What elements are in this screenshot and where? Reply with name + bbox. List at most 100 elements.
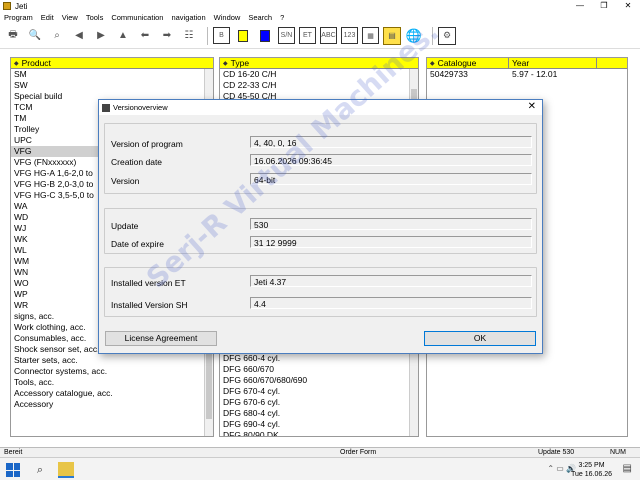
et-icon[interactable]: ET [299,27,316,44]
arrow-right-icon[interactable]: ➡ [158,27,176,45]
title-bar: Jeti — ❐ ✕ [0,0,640,12]
start-icon[interactable] [6,463,20,477]
printer-icon[interactable]: 🖶 [4,27,22,45]
list-item[interactable]: DFG 660/670 [220,364,410,375]
menu-communication[interactable]: Communication [111,13,163,22]
update-value: 530 [250,218,532,230]
list-item[interactable]: SW [11,80,213,91]
minimize-button[interactable]: — [568,0,592,12]
zoom-in-icon[interactable]: 🔍 [26,27,44,45]
sort-icon: ◆ [223,60,228,67]
year-cell: 5.97 - 12.01 [512,69,558,79]
list-item[interactable]: CD 22-33 C/H [220,80,418,91]
blue-square-icon[interactable] [256,27,274,45]
zoom-out-icon[interactable]: ⌕ [48,27,66,45]
up-icon[interactable]: ▲ [114,27,132,45]
list-item[interactable]: Accessory [11,399,213,410]
date-of-expire-value: 31 12 9999 [250,236,532,248]
menu-navigation[interactable]: navigation [171,13,205,22]
clock-date: Tue 16.06.26 [571,471,612,478]
globe-icon[interactable]: 🌐 [405,27,423,45]
list-item[interactable]: DFG 670-6 cyl. [220,397,410,408]
123-icon[interactable]: 123 [341,27,358,44]
list-item[interactable]: DFG 80/90 DK [220,430,410,436]
sn-icon[interactable]: S/N [278,27,295,44]
list-item[interactable]: Starter sets, acc. [11,355,213,366]
notification-icon[interactable]: ▤ [623,463,632,474]
dialog-close-button[interactable]: ✕ [528,101,536,112]
status-text: Bereit [4,449,23,456]
menu-edit[interactable]: Edit [41,13,54,22]
list-item[interactable]: Accessory catalogue, acc. [11,388,213,399]
menu-tools[interactable]: Tools [86,13,104,22]
update-status: Update 530 [538,449,575,456]
settings-icon[interactable]: ⚙ [438,26,456,45]
list-item[interactable]: DFG 670-4 cyl. [220,386,410,397]
list-item[interactable]: DFG 660/670/680/690 [220,375,410,386]
installed-sh-label: Installed Version SH [111,300,188,310]
sort-icon: ◆ [430,60,435,67]
menu-program[interactable]: Program [4,13,33,22]
catalogue-header: ◆ Catalogue Year [427,58,627,69]
product-header-label: Product [21,58,51,68]
tree-icon[interactable]: ☷ [180,27,198,45]
back-icon[interactable]: ◀ [70,27,88,45]
clock[interactable]: 3:25 PM Tue 16.06.26 [571,461,612,479]
update-label: Update [111,221,139,231]
list-item[interactable]: DFG 660-4 cyl. [220,353,410,364]
installed-sh-value: 4.4 [250,297,532,309]
dialog-app-icon [102,103,110,112]
grid-icon[interactable]: ▦ [362,27,379,44]
date-of-expire-label: Date of expire [111,239,164,249]
list-item[interactable]: SM [11,69,213,80]
menu-view[interactable]: View [62,13,78,22]
menu-help[interactable]: ? [280,13,284,22]
list-item[interactable]: CD 16-20 C/H [220,69,418,80]
num-status: NUM [610,449,626,456]
version-label: Version [111,176,140,186]
version-of-program-label: Version of program [111,139,183,149]
close-button[interactable]: ✕ [616,0,640,12]
version-value: 64-bit [250,173,532,185]
update-info-group: Update 530 Date of expire 31 12 9999 [104,208,537,254]
type-header[interactable]: ◆ Type [220,58,418,69]
catalogue-header-label: Catalogue [437,58,477,68]
search-icon[interactable]: ⌕ [32,462,48,478]
dialog-title-bar: Versionoverview ✕ [99,100,542,115]
status-bar: Bereit Order Form Update 530 NUM [0,447,640,457]
list-item[interactable]: DFG 680-4 cyl. [220,408,410,419]
menu-window[interactable]: Window [214,13,241,22]
order-form-status: Order Form [340,449,377,456]
jeti-app-icon[interactable] [58,462,74,478]
arrow-left-icon[interactable]: ⬅ [136,27,154,45]
installed-versions-group: Installed version ET Jeti 4.37 Installed… [104,267,537,317]
list-item[interactable]: Connector systems, acc. [11,366,213,377]
b-icon[interactable]: B [213,27,230,44]
list-item[interactable]: DFG 690-4 cyl. [220,419,410,430]
forward-icon[interactable]: ▶ [92,27,110,45]
version-of-program-value: 4, 40, 0, 16 [250,136,532,148]
installed-et-label: Installed version ET [111,278,186,288]
menu-search[interactable]: Search [248,13,272,22]
creation-date-label: Creation date [111,157,163,167]
yellow-square-icon[interactable] [234,27,252,45]
catalogue-column[interactable]: ◆ Catalogue [427,58,509,69]
table-row[interactable]: 50429733 5.97 - 12.01 [427,69,627,80]
jeti-app-icon [3,2,11,10]
toolbar: 🖶 🔍 ⌕ ◀ ▶ ▲ ⬅ ➡ ☷ B S/N ET ABC 123 ▦ ▤ 🌐… [0,23,640,49]
list-item[interactable]: Tools, acc. [11,377,213,388]
sort-icon: ◆ [14,60,19,67]
toolbar-divider [207,26,208,45]
license-agreement-button[interactable]: License Agreement [105,331,217,346]
abc-icon[interactable]: ABC [320,27,337,44]
catalogue-cell: 50429733 [430,69,468,79]
dialog-title: Versionoverview [113,103,168,112]
maximize-button[interactable]: ❐ [592,0,616,12]
year-column[interactable]: Year [509,58,597,69]
catalog-icon[interactable]: ▤ [383,26,401,45]
year-header-label: Year [512,57,530,68]
type-list: CD 16-20 C/H CD 22-33 C/H CD 45-50 C/H [220,69,418,102]
product-header[interactable]: ◆ Product [11,58,213,69]
toolbar-divider [432,26,433,45]
ok-button[interactable]: OK [424,331,536,346]
